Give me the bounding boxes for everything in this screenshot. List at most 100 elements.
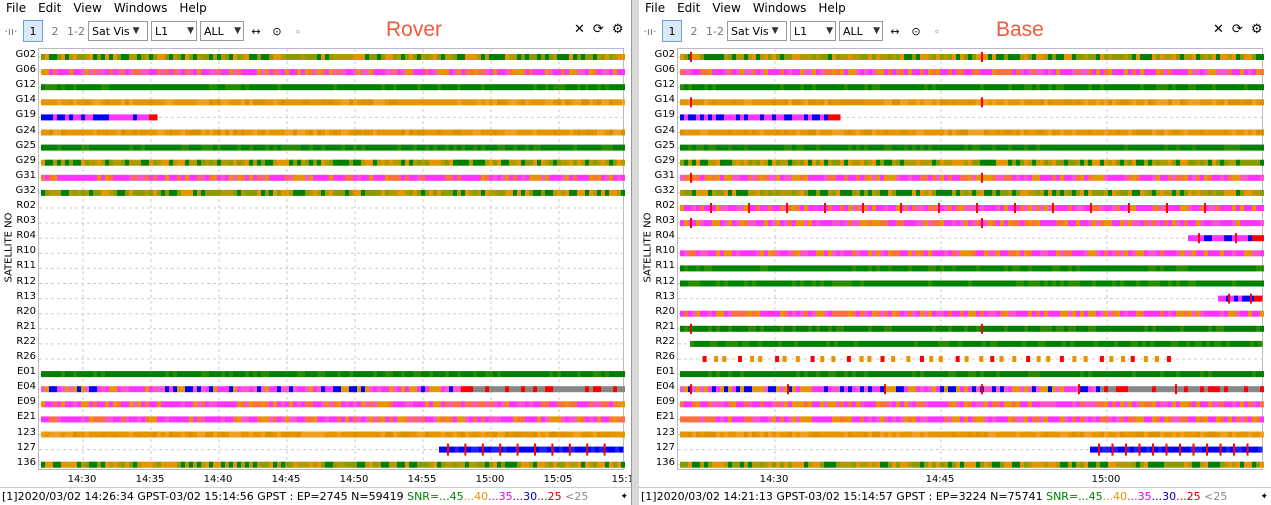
snr-mark bbox=[1152, 310, 1157, 317]
snr-mark bbox=[716, 205, 721, 211]
snr-mark bbox=[477, 461, 482, 468]
dot-icon[interactable]: ∘ bbox=[289, 21, 307, 41]
snr-mark bbox=[1168, 159, 1173, 166]
snr-mark bbox=[433, 84, 438, 91]
snr-mark bbox=[509, 371, 514, 378]
gear-icon[interactable]: ⚙ bbox=[1251, 22, 1263, 37]
menu-file[interactable]: File bbox=[0, 1, 32, 15]
dot-icon[interactable]: ∘ bbox=[928, 21, 946, 41]
snr-mark bbox=[1196, 129, 1201, 136]
snr-mark bbox=[245, 461, 250, 468]
snr-mark bbox=[241, 401, 246, 408]
snr-mark bbox=[405, 144, 410, 151]
freq-select[interactable]: L1 ▼ bbox=[790, 21, 836, 41]
menu-view[interactable]: View bbox=[706, 1, 746, 15]
mode-icon[interactable]: ·ıı· bbox=[2, 21, 20, 41]
snr-mark bbox=[153, 114, 158, 121]
snr-mark bbox=[1060, 220, 1065, 227]
snr-mark bbox=[708, 310, 713, 317]
snr-mark bbox=[1172, 99, 1177, 106]
menu-file[interactable]: File bbox=[639, 1, 671, 15]
snr-mark bbox=[868, 205, 873, 211]
menu-help[interactable]: Help bbox=[812, 1, 851, 15]
system-select[interactable]: ALL ▼ bbox=[839, 21, 883, 41]
snr-mark bbox=[97, 69, 102, 76]
snr-mark bbox=[846, 340, 851, 347]
snr-mark bbox=[1064, 189, 1069, 196]
snr-mark bbox=[1084, 250, 1089, 257]
obs12-button[interactable]: 1-2 bbox=[67, 21, 85, 41]
fit-horizontal-icon[interactable]: ↔ bbox=[247, 21, 265, 41]
snr-mark bbox=[764, 114, 769, 121]
snr-mark bbox=[461, 431, 466, 438]
snr-mark bbox=[1060, 189, 1065, 196]
snr-mark bbox=[816, 69, 821, 76]
snr-mark bbox=[401, 129, 406, 136]
snr-mark bbox=[1052, 189, 1057, 196]
snr-mark bbox=[1228, 174, 1233, 181]
reload-icon[interactable]: ⟳ bbox=[1232, 22, 1243, 37]
snr-mark bbox=[1028, 69, 1033, 76]
close-icon[interactable]: ✕ bbox=[1213, 22, 1224, 37]
center-icon[interactable]: ⊙ bbox=[268, 21, 286, 41]
gear-icon[interactable]: ⚙ bbox=[612, 22, 624, 37]
menu-edit[interactable]: Edit bbox=[32, 1, 67, 15]
rover-plot-area[interactable] bbox=[38, 48, 625, 471]
plot-type-select[interactable]: Sat Vis ▼ bbox=[88, 21, 148, 41]
snr-mark bbox=[1120, 69, 1125, 76]
center-icon[interactable]: ⊙ bbox=[907, 21, 925, 41]
menu-help[interactable]: Help bbox=[173, 1, 212, 15]
snr-mark bbox=[916, 144, 921, 151]
snr-mark bbox=[581, 144, 586, 151]
snr-mark bbox=[964, 69, 969, 76]
snr-mark bbox=[1116, 310, 1121, 317]
snr-mark bbox=[732, 280, 737, 287]
snr-mark bbox=[764, 174, 769, 181]
snr-mark bbox=[441, 401, 446, 408]
obs12-button[interactable]: 1-2 bbox=[706, 21, 724, 41]
snr-mark bbox=[553, 144, 558, 151]
freq-select[interactable]: L1 ▼ bbox=[151, 21, 197, 41]
snr-mark bbox=[868, 265, 873, 272]
plot-type-select[interactable]: Sat Vis ▼ bbox=[727, 21, 787, 41]
snr-mark bbox=[848, 174, 853, 181]
menu-edit[interactable]: Edit bbox=[671, 1, 706, 15]
snr-mark bbox=[940, 69, 945, 76]
snr-mark bbox=[708, 325, 713, 332]
snr-mark bbox=[309, 386, 314, 393]
snr-mark bbox=[1052, 159, 1057, 166]
obs1-button[interactable]: 1 bbox=[23, 20, 43, 42]
resize-grip-icon[interactable]: ✦ bbox=[620, 492, 628, 502]
snr-mark bbox=[437, 159, 442, 166]
snr-mark bbox=[145, 159, 150, 166]
snr-mark bbox=[493, 174, 498, 181]
snr-mark bbox=[784, 144, 789, 151]
menu-windows[interactable]: Windows bbox=[108, 1, 174, 15]
snr-mark bbox=[433, 431, 438, 438]
snr-mark bbox=[788, 189, 793, 196]
snr-mark bbox=[557, 69, 562, 76]
snr-mark bbox=[281, 69, 286, 76]
reload-icon[interactable]: ⟳ bbox=[593, 22, 604, 37]
snr-mark bbox=[597, 371, 602, 378]
close-icon[interactable]: ✕ bbox=[574, 22, 585, 37]
menu-view[interactable]: View bbox=[67, 1, 107, 15]
obs1-button[interactable]: 1 bbox=[662, 20, 682, 42]
snr-mark bbox=[712, 159, 717, 166]
obs2-button[interactable]: 2 bbox=[46, 21, 64, 41]
snr-mark bbox=[113, 431, 118, 438]
snr-mark bbox=[1036, 144, 1041, 151]
menu-windows[interactable]: Windows bbox=[747, 1, 813, 15]
base-plot-area[interactable] bbox=[677, 48, 1264, 471]
system-select[interactable]: ALL ▼ bbox=[200, 21, 244, 41]
slip-mark bbox=[568, 443, 571, 456]
fit-horizontal-icon[interactable]: ↔ bbox=[886, 21, 904, 41]
snr-mark bbox=[397, 99, 402, 106]
snr-mark bbox=[381, 54, 386, 60]
obs2-button[interactable]: 2 bbox=[685, 21, 703, 41]
snr-mark bbox=[684, 129, 689, 136]
snr-mark bbox=[121, 189, 126, 196]
snr-mark bbox=[573, 371, 578, 378]
mode-icon[interactable]: ·ıı· bbox=[641, 21, 659, 41]
snr-mark bbox=[960, 189, 965, 196]
